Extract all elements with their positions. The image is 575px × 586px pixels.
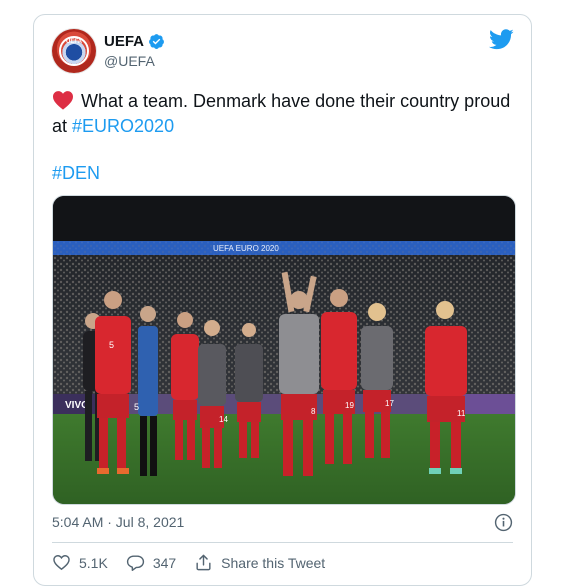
author-name[interactable]: UEFA [104, 33, 144, 50]
hashtag-den[interactable]: #DEN [52, 161, 100, 186]
tweet-photo[interactable]: UEFA EURO 2020 VIVO 5 14 8 19 17 11 5 [52, 195, 516, 505]
jersey-number: 14 [219, 415, 228, 424]
jersey-number: 17 [385, 399, 394, 408]
tweet-text: What a team. Denmark have done their cou… [52, 89, 512, 139]
jersey-number: 5 [109, 340, 114, 350]
reply-button[interactable]: 347 [126, 553, 176, 572]
jersey-number: 19 [345, 401, 354, 410]
share-label: Share this Tweet [221, 554, 326, 571]
jersey-number: 8 [311, 407, 316, 416]
author-handle[interactable]: @UEFA [104, 53, 155, 69]
avatar-logo-text: UEFA [65, 39, 82, 45]
red-heart-emoji-icon [53, 91, 73, 110]
jersey-number: 5 [134, 402, 139, 412]
tweet-timestamp[interactable]: 5:04 AM · Jul 8, 2021 [52, 514, 184, 530]
tweet-card[interactable]: UEFA UEFA @UEFA What a team. Denmark hav… [33, 14, 532, 586]
author-name-row[interactable]: UEFA [104, 33, 165, 50]
verified-badge-icon [149, 34, 164, 49]
divider [52, 542, 513, 543]
info-icon[interactable] [494, 513, 513, 532]
uefa-logo: UEFA [59, 36, 89, 66]
hashtag-euro2020[interactable]: #EURO2020 [72, 116, 174, 136]
twitter-bird-icon[interactable] [489, 29, 514, 50]
banner-text: UEFA EURO 2020 [213, 244, 279, 253]
action-bar: 5.1K 347 Share this Tweet [52, 553, 343, 572]
denmark-team-photo: UEFA EURO 2020 VIVO 5 14 8 19 17 11 5 [53, 196, 515, 504]
uefa-avatar[interactable]: UEFA [52, 29, 96, 73]
like-heart-icon [53, 555, 70, 571]
like-button[interactable]: 5.1K [52, 553, 108, 572]
reply-count: 347 [152, 554, 177, 571]
reply-bubble-icon [126, 555, 144, 571]
share-button[interactable]: Share this Tweet [194, 553, 325, 572]
share-icon [196, 554, 211, 571]
like-count: 5.1K [79, 554, 108, 571]
jersey-number: 11 [457, 409, 466, 418]
